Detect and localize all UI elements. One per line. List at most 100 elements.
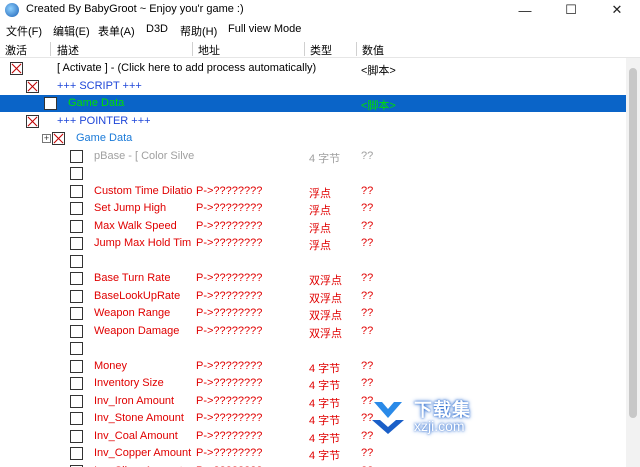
- table-row[interactable]: Set Jump High P->???????? 浮点??: [0, 200, 626, 217]
- row-description: BaseLookUpRate: [94, 289, 181, 302]
- activate-checkbox[interactable]: [70, 342, 83, 355]
- table-row[interactable]: [0, 340, 626, 357]
- table-row[interactable]: [0, 253, 626, 270]
- row-type: 4 字节: [309, 380, 341, 392]
- activate-checkbox[interactable]: [70, 324, 83, 338]
- header-active[interactable]: 激活: [5, 42, 27, 58]
- table-row[interactable]: Weapon Damage P->???????? 双浮点??: [0, 323, 626, 340]
- activate-checkbox[interactable]: [70, 394, 83, 408]
- row-type: 浮点: [309, 187, 331, 200]
- header-description[interactable]: 描述: [57, 42, 79, 58]
- activate-checkbox[interactable]: [70, 149, 83, 163]
- table-row[interactable]: [0, 165, 626, 182]
- activate-checkbox[interactable]: [70, 272, 83, 285]
- row-type: 双浮点: [309, 275, 342, 287]
- row-description: Game Data: [68, 97, 125, 109]
- row-address: P->????????: [196, 377, 263, 389]
- row-value: ??: [361, 272, 374, 284]
- header-divider[interactable]: [192, 42, 193, 56]
- table-row[interactable]: Inv_Silver AmountP->????????4 字节??: [0, 463, 626, 467]
- table-row[interactable]: +++ POINTER +++: [0, 113, 626, 130]
- activate-checkbox[interactable]: [70, 237, 83, 250]
- row-description: Inv_Stone Amount: [94, 412, 184, 424]
- table-row[interactable]: Game Data <脚本>: [0, 95, 626, 112]
- activate-checkbox[interactable]: [70, 202, 83, 215]
- activate-checkbox[interactable]: [70, 307, 83, 320]
- menu-file[interactable]: 文件(F): [6, 23, 42, 39]
- row-description: Inv_Coal Amount: [94, 429, 178, 442]
- header-address[interactable]: 地址: [198, 42, 220, 58]
- table-row[interactable]: Inv_Iron Amount P->???????? 4 字节??: [0, 393, 626, 410]
- table-row[interactable]: [ Activate ] - (Click here to add proces…: [0, 60, 626, 77]
- row-description: +++ POINTER +++: [57, 114, 151, 127]
- maximize-button[interactable]: ☐: [548, 0, 594, 20]
- row-value: ??: [361, 219, 374, 232]
- scrollbar-thumb[interactable]: [629, 68, 637, 418]
- table-row[interactable]: + Game Data: [0, 130, 626, 147]
- row-type: 双浮点: [309, 310, 342, 322]
- vertical-scrollbar[interactable]: [626, 58, 640, 467]
- table-row[interactable]: Inv_Copper Amount P->???????? 4 字节??: [0, 445, 626, 462]
- table-row[interactable]: BaseLookUpRate P->???????? 双浮点??: [0, 288, 626, 305]
- activate-checkbox[interactable]: [26, 114, 39, 128]
- header-value[interactable]: 数值: [362, 42, 384, 58]
- activate-checkbox[interactable]: [70, 219, 83, 233]
- menu-edit[interactable]: 编辑(E): [53, 23, 90, 39]
- table-row[interactable]: Inv_Stone Amount P->???????? 4 字节??: [0, 410, 626, 427]
- table-row[interactable]: Weapon Range P->???????? 双浮点??: [0, 305, 626, 322]
- activate-checkbox[interactable]: [70, 359, 83, 373]
- activate-checkbox[interactable]: [10, 62, 23, 75]
- row-description: Max Walk Speed: [94, 219, 177, 232]
- header-divider[interactable]: [50, 42, 51, 56]
- table-row[interactable]: pBase - [ Color Silve([pBase_Game]] 4 字节?…: [0, 148, 626, 165]
- menu-help[interactable]: 帮助(H): [180, 23, 217, 39]
- table-row[interactable]: Max Walk Speed P->???????? 浮点??: [0, 218, 626, 235]
- row-address: P->????????: [196, 184, 263, 197]
- activate-checkbox[interactable]: [52, 132, 65, 145]
- row-address: P->????????: [196, 429, 263, 442]
- row-address: P->????????: [196, 289, 263, 302]
- row-type: 4 字节: [309, 450, 341, 462]
- table-row[interactable]: Inventory Size P->???????? 4 字节??: [0, 375, 626, 392]
- row-value: ??: [361, 237, 374, 249]
- activate-checkbox[interactable]: [44, 97, 57, 110]
- header-divider[interactable]: [356, 42, 357, 56]
- activate-checkbox[interactable]: [70, 412, 83, 425]
- cheat-table-list[interactable]: [ Activate ] - (Click here to add proces…: [0, 58, 626, 467]
- menu-table[interactable]: 表单(A): [98, 23, 135, 39]
- activate-checkbox[interactable]: [70, 184, 83, 198]
- menu-d3d[interactable]: D3D: [146, 23, 168, 35]
- table-row[interactable]: Inv_Coal Amount P->???????? 4 字节??: [0, 428, 626, 445]
- row-type: 浮点: [309, 222, 331, 235]
- expand-toggle-icon[interactable]: +: [42, 134, 51, 143]
- minimize-button[interactable]: —: [502, 0, 548, 20]
- activate-checkbox[interactable]: [70, 429, 83, 443]
- activate-checkbox[interactable]: [70, 289, 83, 303]
- activate-checkbox[interactable]: [70, 167, 83, 180]
- row-description: Base Turn Rate: [94, 272, 171, 284]
- menu-full-view[interactable]: Full view Mode: [228, 23, 301, 35]
- row-type: 4 字节: [309, 415, 341, 427]
- row-description: Custom Time Dilatio: [94, 184, 193, 197]
- row-address: P->????????: [196, 272, 263, 284]
- row-description: Inventory Size: [94, 377, 164, 389]
- activate-checkbox[interactable]: [70, 254, 83, 268]
- table-row[interactable]: Base Turn Rate P->???????? 双浮点??: [0, 270, 626, 287]
- header-divider[interactable]: [304, 42, 305, 56]
- row-value: ??: [361, 184, 374, 197]
- table-row[interactable]: Custom Time Dilatio P->???????? 浮点??: [0, 183, 626, 200]
- header-type[interactable]: 类型: [310, 42, 332, 58]
- title-bar: Created By BabyGroot ~ Enjoy you'r game …: [0, 0, 640, 20]
- activate-checkbox[interactable]: [26, 79, 39, 93]
- watermark-url: xzji.com: [414, 418, 465, 434]
- row-type: 4 字节: [309, 152, 341, 165]
- activate-checkbox[interactable]: [70, 447, 83, 460]
- close-button[interactable]: ✕: [594, 0, 640, 20]
- row-value: ??: [361, 149, 374, 162]
- row-address: P->????????: [196, 324, 263, 337]
- table-row[interactable]: +++ SCRIPT +++: [0, 78, 626, 95]
- activate-checkbox[interactable]: [70, 377, 83, 390]
- table-row[interactable]: Money P->???????? 4 字节??: [0, 358, 626, 375]
- row-address: P->????????: [196, 412, 263, 424]
- table-row[interactable]: Jump Max Hold Tim P->???????? 浮点??: [0, 235, 626, 252]
